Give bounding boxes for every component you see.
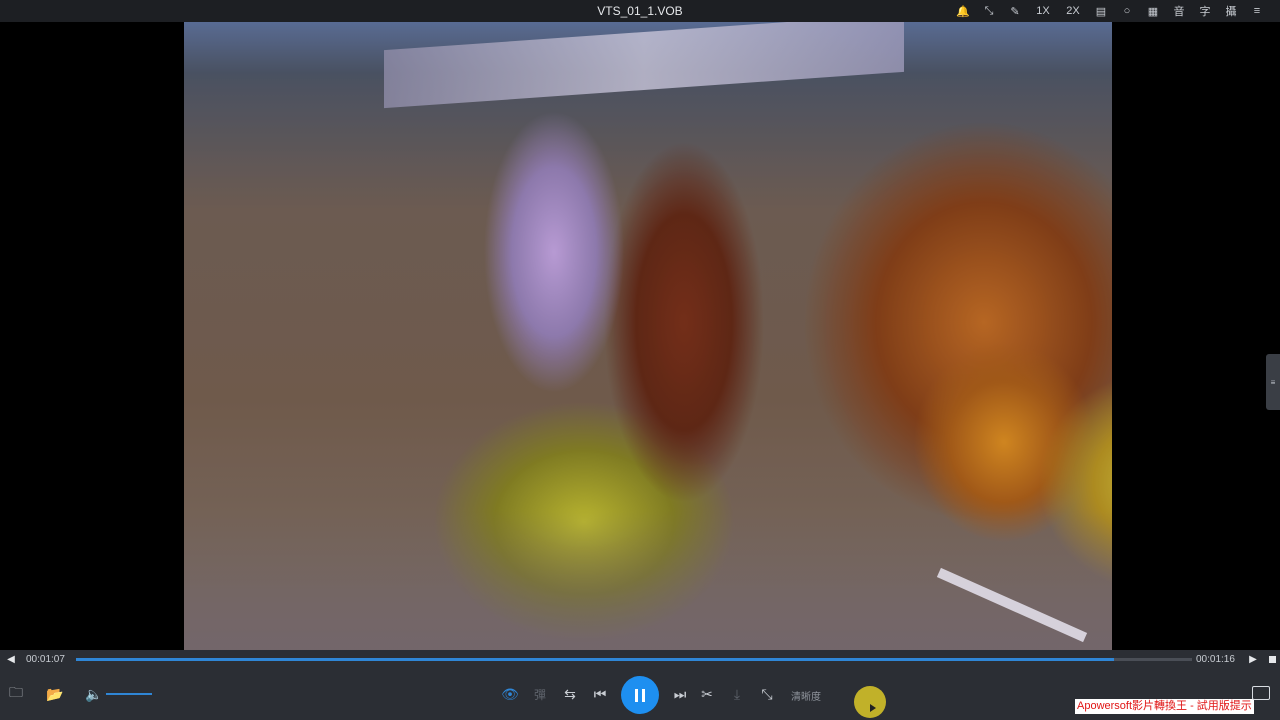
open-folder-icon[interactable]: 📂 — [43, 682, 67, 706]
video-banner-shape — [384, 22, 904, 109]
next-track-icon[interactable]: ⏭ — [668, 682, 692, 706]
adjust-icon[interactable]: ⇆ — [558, 682, 582, 706]
progress-row: ◀ 00:01:07 00:01:16 ▶ — [0, 650, 1280, 668]
bulb-icon[interactable]: ○ — [1114, 0, 1140, 22]
open-file-icon[interactable]: 🗀 — [4, 682, 28, 706]
next-frame-button[interactable]: ▶ — [1242, 650, 1264, 668]
current-time: 00:01:07 — [26, 653, 65, 665]
danmaku-button[interactable]: 彈 — [528, 682, 552, 706]
minimize-mode-icon[interactable]: ⤡ — [976, 0, 1002, 22]
pause-icon — [635, 688, 645, 702]
seek-bar-fill — [76, 657, 1114, 661]
stop-button[interactable] — [1264, 650, 1280, 668]
menu-icon[interactable]: ≡ — [1244, 0, 1270, 22]
previous-track-icon[interactable]: ⏮ — [588, 682, 612, 706]
trial-watermark: Apowersoft影片轉換王 - 試用版提示 — [1075, 699, 1254, 714]
cut-icon[interactable]: ✂ — [695, 682, 719, 706]
prev-frame-button[interactable]: ◀ — [0, 650, 22, 668]
speed-1x-button[interactable]: 1X — [1028, 0, 1058, 22]
volume-slider[interactable] — [106, 693, 152, 695]
total-time: 00:01:16 — [1196, 653, 1235, 665]
edit-icon[interactable]: ✎ — [1002, 0, 1028, 22]
layout-icon[interactable]: ▤ — [1088, 0, 1114, 22]
button-row: 🗀 📂 🔈 👁 彈 ⇆ ⏮ ⏭ ✂ ⤓ ⤡ 清晰度 Apowersoft影片轉換… — [0, 672, 1280, 718]
volume-icon[interactable]: 🔈 — [82, 682, 106, 706]
pin-icon[interactable]: 🔔 — [950, 0, 976, 22]
eye-icon[interactable]: 👁 — [498, 682, 522, 706]
shrink-icon[interactable]: ⤡ — [755, 682, 779, 706]
pause-button[interactable] — [621, 676, 659, 714]
subtitle-icon[interactable]: 字 — [1192, 0, 1218, 22]
download-icon[interactable]: ⤓ — [725, 682, 749, 706]
video-area[interactable]: ≡ — [0, 22, 1280, 650]
mouse-cursor-highlight — [854, 686, 886, 718]
audio-icon[interactable]: 音 — [1166, 0, 1192, 22]
fullscreen-button[interactable] — [1252, 686, 1270, 700]
video-road-shape — [184, 510, 1112, 650]
image-icon[interactable]: ▦ — [1140, 0, 1166, 22]
seek-bar[interactable] — [76, 657, 1192, 661]
capture-icon[interactable]: 攝 — [1218, 0, 1244, 22]
control-panel: ◀ 00:01:07 00:01:16 ▶ 🗀 📂 🔈 👁 彈 ⇆ ⏮ ⏭ ✂ … — [0, 650, 1280, 720]
stop-icon — [1268, 655, 1276, 663]
titlebar-toolbar: 🔔 ⤡ ✎ 1X 2X ▤ ○ ▦ 音 字 攝 ≡ — [950, 0, 1270, 22]
playlist-tab[interactable]: ≡ — [1266, 354, 1280, 410]
video-frame — [184, 22, 1112, 650]
quality-button[interactable]: 清晰度 — [791, 688, 821, 703]
title-bar: VTS_01_1.VOB 🔔 ⤡ ✎ 1X 2X ▤ ○ ▦ 音 字 攝 ≡ — [0, 0, 1280, 22]
speed-2x-button[interactable]: 2X — [1058, 0, 1088, 22]
